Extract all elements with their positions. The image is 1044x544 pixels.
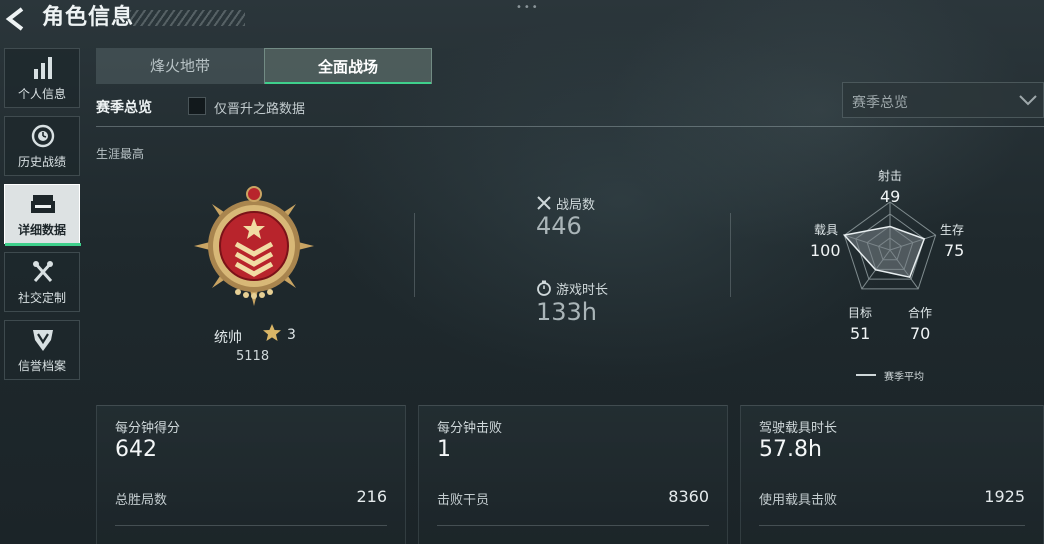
back-arrow-icon[interactable] (4, 7, 30, 31)
sidebar-item-social-customization[interactable]: 社交定制 (4, 252, 80, 312)
sidebar-item-match-history[interactable]: 历史战绩 (4, 116, 80, 176)
active-indicator (5, 243, 81, 246)
vertical-divider (730, 213, 731, 297)
card-title: 每分钟得分 (115, 421, 181, 436)
tab-full-battlefield[interactable]: 全面战场 (264, 48, 432, 84)
top-bar: 角色信息 ••• (0, 0, 1044, 40)
card-divider (115, 525, 387, 526)
card-divider (437, 525, 709, 526)
stat-card-score-per-minute: 每分钟得分 642 总胜局数 216 (96, 405, 406, 544)
card-sub-value: 1925 (984, 487, 1025, 506)
rank-score: 5118 (236, 349, 270, 364)
card-sub-value: 216 (356, 487, 387, 506)
legend-label: 赛季平均 (884, 372, 924, 383)
radar-value-shape (842, 225, 926, 279)
vertical-divider (414, 213, 415, 297)
sidebar-item-label: 社交定制 (17, 291, 66, 305)
promotion-only-checkbox[interactable] (188, 97, 206, 115)
matches-label: 战局数 (556, 198, 596, 213)
playtime-value: 133h (536, 298, 598, 326)
history-icon (31, 124, 55, 148)
dropdown-value: 赛季总览 (852, 95, 908, 111)
card-value: 57.8h (759, 437, 822, 462)
card-divider (759, 525, 1025, 526)
chevron-down-icon (1019, 95, 1037, 106)
card-title: 驾驶载具时长 (759, 421, 838, 436)
radar-label-shooting: 射击 (878, 169, 903, 183)
career-best-label: 生涯最高 (96, 147, 145, 161)
radar-label-objective: 目标 (848, 306, 873, 320)
season-dropdown[interactable]: 赛季总览 (842, 82, 1044, 118)
sidebar-item-reputation-archive[interactable]: 信誉档案 (4, 320, 80, 380)
divider (96, 126, 1044, 127)
tools-icon (33, 261, 53, 282)
section-label: 赛季总览 (96, 100, 152, 116)
radar-value-vehicle: 100 (810, 241, 841, 260)
sidebar-item-personal-info[interactable]: 个人信息 (4, 48, 80, 108)
card-sub-value: 8360 (668, 487, 709, 506)
card-value: 642 (115, 437, 157, 462)
card-title: 每分钟击败 (437, 421, 503, 436)
star-icon (263, 324, 281, 341)
folder-icon (31, 195, 55, 213)
shield-badge-icon (33, 330, 53, 351)
stat-card-vehicle-time: 驾驶载具时长 57.8h 使用载具击败 1925 (740, 405, 1044, 544)
matches-value: 446 (536, 212, 582, 240)
rank-star-count: 3 (287, 327, 296, 343)
radar-value-teamwork: 70 (910, 324, 931, 343)
crossed-swords-icon (537, 196, 551, 210)
tab-label: 全面战场 (317, 58, 378, 76)
sidebar-item-label: 信誉档案 (17, 359, 66, 373)
bar-chart-icon (34, 57, 52, 79)
sidebar-item-label: 详细数据 (17, 223, 66, 237)
radar-value-survival: 75 (944, 241, 965, 260)
stopwatch-icon (537, 280, 551, 296)
card-sub-label: 击败干员 (437, 493, 490, 508)
rank-medal-icon (194, 186, 314, 306)
tab-active-indicator (265, 82, 431, 84)
sidebar-item-label: 个人信息 (17, 87, 66, 101)
radar-label-teamwork: 合作 (908, 306, 933, 320)
card-value: 1 (437, 437, 451, 462)
card-sub-label: 总胜局数 (115, 493, 168, 508)
page-title: 角色信息 (42, 5, 135, 30)
legend-line (856, 374, 876, 376)
checkbox-label[interactable]: 仅晋升之路数据 (214, 98, 305, 117)
radar-label-vehicle: 载具 (814, 223, 839, 237)
tab-warzone[interactable]: 烽火地带 (96, 48, 264, 84)
stat-card-kills-per-minute: 每分钟击败 1 击败干员 8360 (418, 405, 728, 544)
card-sub-label: 使用载具击败 (759, 493, 838, 508)
rank-name: 统帅 (214, 330, 242, 346)
sidebar-item-detailed-data[interactable]: 详细数据 (4, 184, 81, 246)
drag-handle-dots[interactable]: ••• (516, 2, 540, 13)
playtime-label: 游戏时长 (556, 283, 609, 298)
title-decoration (130, 10, 245, 26)
radar-value-shooting: 49 (880, 187, 901, 206)
radar-label-survival: 生存 (940, 223, 965, 237)
radar-value-objective: 51 (850, 324, 871, 343)
sidebar-item-label: 历史战绩 (17, 155, 66, 169)
